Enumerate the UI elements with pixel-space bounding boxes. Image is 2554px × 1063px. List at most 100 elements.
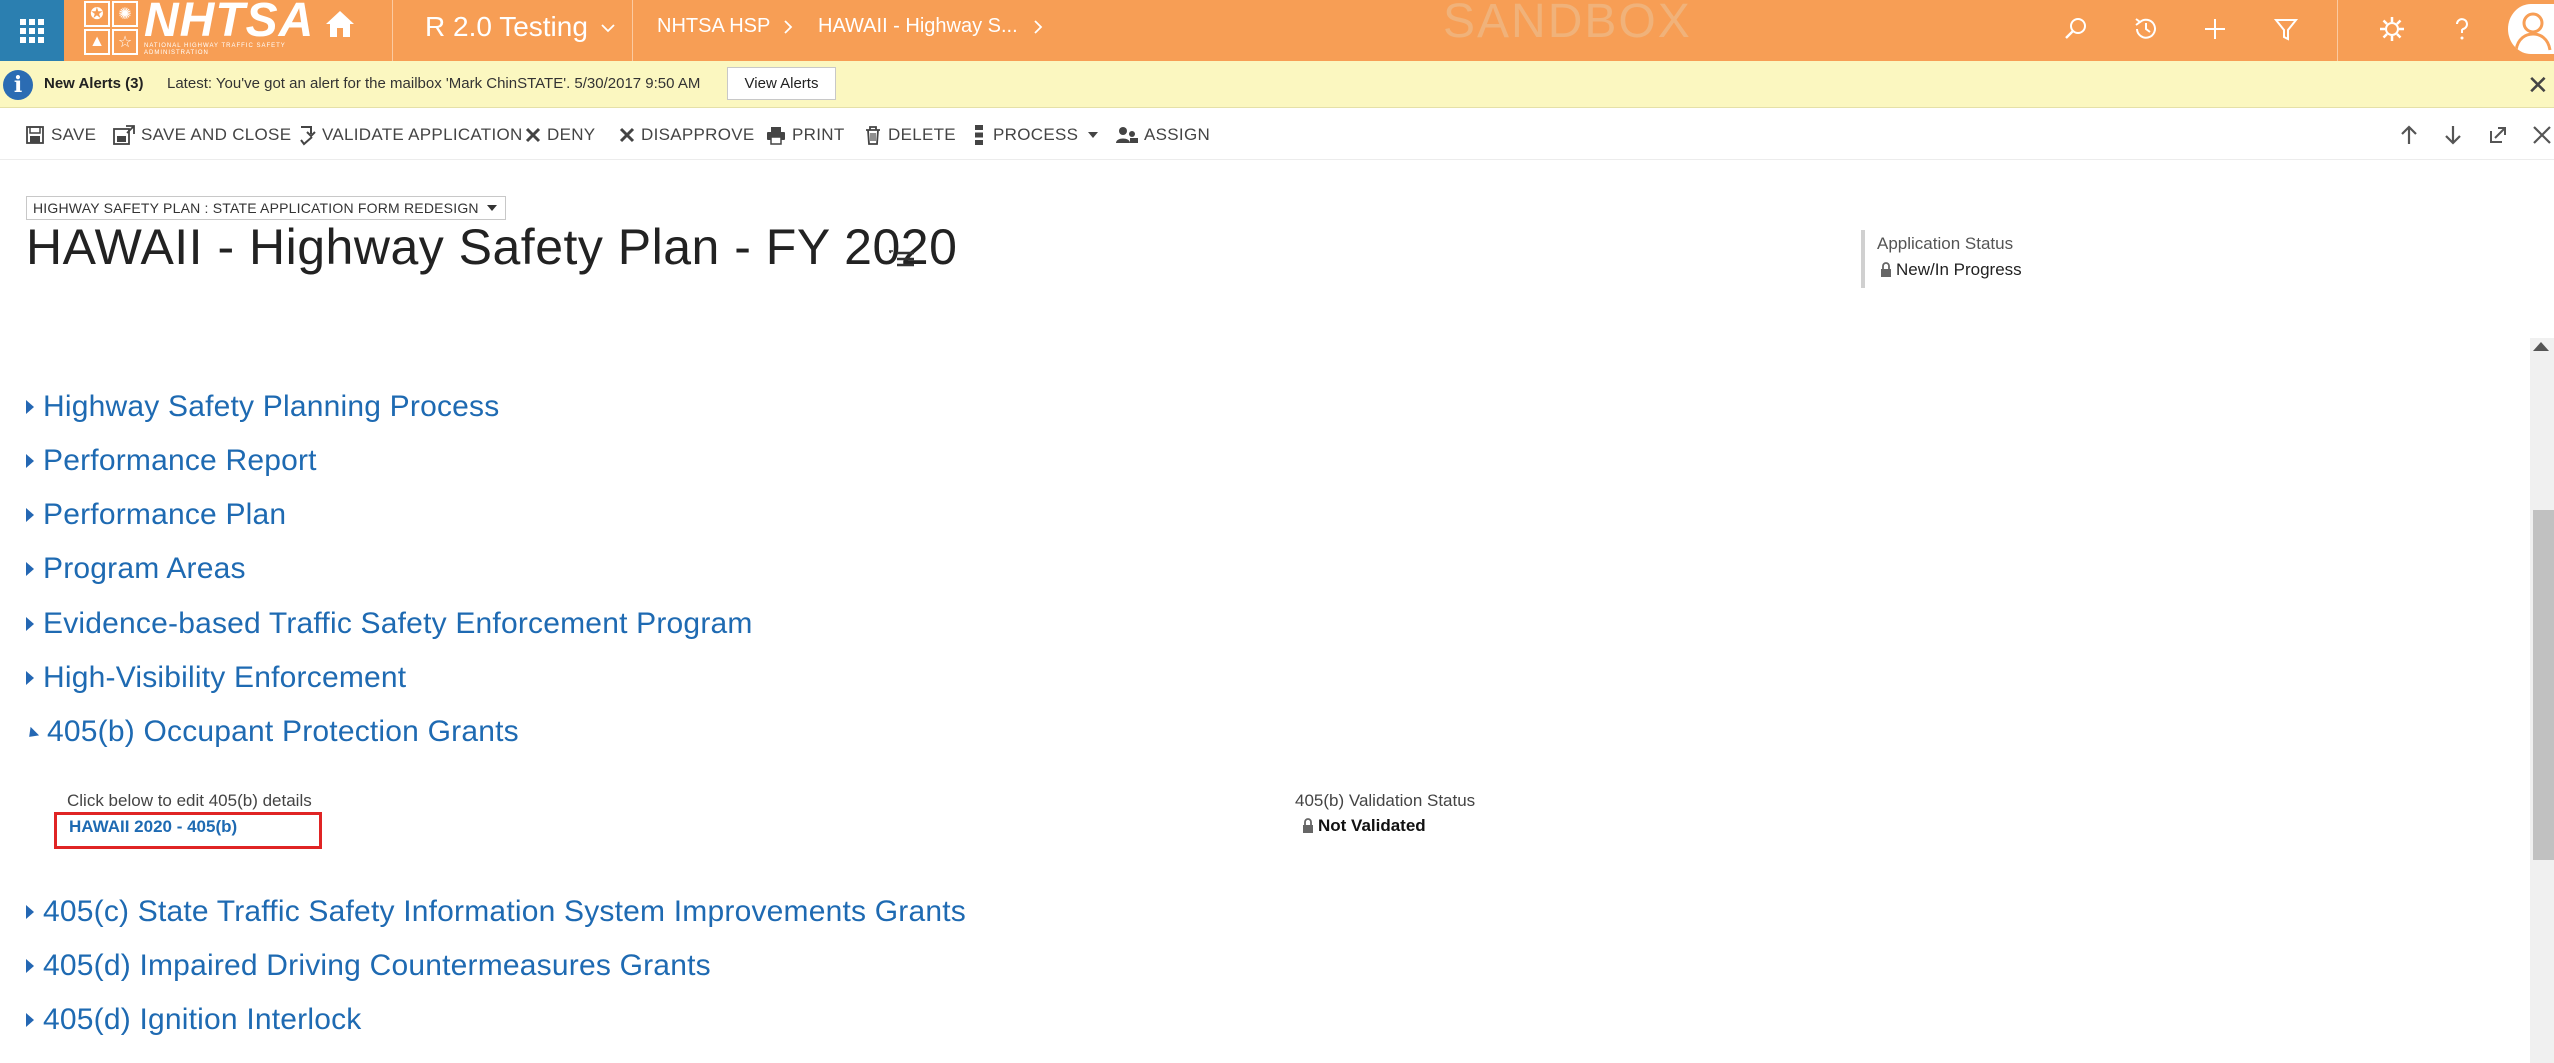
collapse-arrow-icon xyxy=(24,726,40,742)
lock-icon xyxy=(1303,818,1313,833)
alert-title: New Alerts (3) xyxy=(44,75,144,92)
close-icon[interactable] xyxy=(2530,123,2554,147)
delete-label: DELETE xyxy=(888,125,956,144)
history-icon[interactable] xyxy=(2131,14,2161,44)
assign-button[interactable]: ASSIGN xyxy=(1116,124,1210,146)
section-high-visibility-enforcement[interactable]: High-Visibility Enforcement xyxy=(26,658,406,698)
print-button[interactable]: PRINT xyxy=(766,124,845,146)
application-status-value: New/In Progress xyxy=(1880,260,2025,280)
logo-tiles-icon: ✪ ✺ ▲ ☆ xyxy=(84,1,138,55)
validate-application-button[interactable]: VALIDATE APPLICATION xyxy=(298,124,523,146)
x-icon xyxy=(525,127,541,143)
form-selector[interactable]: HIGHWAY SAFETY PLAN : STATE APPLICATION … xyxy=(26,196,506,220)
help-icon[interactable] xyxy=(2447,14,2477,44)
gear-icon[interactable] xyxy=(2377,14,2407,44)
x-icon xyxy=(619,127,635,143)
home-icon[interactable] xyxy=(322,6,358,42)
process-button[interactable]: PROCESS xyxy=(971,124,1104,146)
section-program-areas[interactable]: Program Areas xyxy=(26,549,246,589)
section-label: 405(b) Occupant Protection Grants xyxy=(47,715,519,748)
lock-icon xyxy=(1881,262,1891,277)
save-close-icon xyxy=(113,125,135,145)
hawaii-2020-405b-link[interactable]: HAWAII 2020 - 405(b) xyxy=(69,817,237,837)
caret-down-icon xyxy=(1088,132,1099,138)
expand-arrow-icon xyxy=(26,959,34,973)
top-nav-bar: ✪ ✺ ▲ ☆ NHTSA NATIONAL HIGHWAY TRAFFIC SAFE… xyxy=(0,0,2554,61)
scrollbar-thumb[interactable] xyxy=(2533,510,2554,860)
alert-message: Latest: You've got an alert for the mail… xyxy=(167,75,701,92)
breadcrumb-area[interactable]: NHTSA HSP xyxy=(657,15,770,38)
filter-icon[interactable] xyxy=(2271,14,2301,44)
nhtsa-logo: ✪ ✺ ▲ ☆ NHTSA NATIONAL HIGHWAY TRAFFIC SAFE… xyxy=(84,0,316,56)
view-alerts-button[interactable]: View Alerts xyxy=(727,67,836,100)
validate-icon xyxy=(300,126,316,146)
info-icon: i xyxy=(3,70,33,100)
application-status-label: Application Status xyxy=(1877,234,2014,253)
arrow-down-icon[interactable] xyxy=(2441,123,2465,147)
nav-divider xyxy=(2337,0,2338,61)
form-selector-label: HIGHWAY SAFETY PLAN : STATE APPLICATION … xyxy=(33,200,479,216)
plus-icon[interactable] xyxy=(2200,14,2230,44)
logo-subtext: NATIONAL HIGHWAY TRAFFIC SAFETY ADMINIST… xyxy=(144,43,286,56)
print-label: PRINT xyxy=(792,125,845,144)
section-405d-impaired-driving[interactable]: 405(d) Impaired Driving Countermeasures … xyxy=(26,946,711,986)
deny-button[interactable]: DENY xyxy=(525,124,595,146)
process-icon xyxy=(975,125,983,145)
section-performance-report[interactable]: Performance Report xyxy=(26,441,317,481)
section-label: Program Areas xyxy=(43,552,246,585)
chevron-right-icon xyxy=(784,20,793,34)
disapprove-button[interactable]: DISAPPROVE xyxy=(619,124,755,146)
status-divider xyxy=(1861,230,1865,288)
section-label: High-Visibility Enforcement xyxy=(43,661,407,694)
validation-status-value: Not Validated xyxy=(1302,816,1426,836)
save-icon xyxy=(26,126,44,144)
trash-icon xyxy=(866,126,880,145)
command-bar: SAVE SAVE AND CLOSE VALIDATE APPLICATION… xyxy=(0,108,2554,160)
user-avatar-icon[interactable] xyxy=(2508,4,2554,54)
close-icon[interactable]: ✕ xyxy=(2527,70,2549,101)
section-label: Performance Plan xyxy=(43,498,287,531)
section-405c-traffic-safety-information[interactable]: 405(c) State Traffic Safety Information … xyxy=(26,892,966,932)
section-label: 405(d) Impaired Driving Countermeasures … xyxy=(43,949,711,982)
logo-word: NHTSA xyxy=(144,0,315,47)
section-405d-ignition-interlock[interactable]: 405(d) Ignition Interlock xyxy=(26,1000,362,1040)
waffle-icon[interactable] xyxy=(0,0,64,61)
validate-application-label: VALIDATE APPLICATION xyxy=(322,125,523,144)
assign-label: ASSIGN xyxy=(1144,125,1211,144)
deny-label: DENY xyxy=(547,125,596,144)
section-evidence-based-enforcement[interactable]: Evidence-based Traffic Safety Enforcemen… xyxy=(26,604,753,644)
arrow-up-icon[interactable] xyxy=(2397,123,2421,147)
save-and-close-label: SAVE AND CLOSE xyxy=(141,125,292,144)
section-label: Evidence-based Traffic Safety Enforcemen… xyxy=(43,607,753,640)
section-label: 405(c) State Traffic Safety Information … xyxy=(43,895,966,928)
expand-arrow-icon xyxy=(26,454,34,468)
section-label: Highway Safety Planning Process xyxy=(43,390,500,423)
section-label: 405(d) Ignition Interlock xyxy=(43,1003,362,1036)
edit-405b-label: Click below to edit 405(b) details xyxy=(67,791,312,810)
expand-arrow-icon xyxy=(26,905,34,919)
expand-arrow-icon xyxy=(26,671,34,685)
save-and-close-button[interactable]: SAVE AND CLOSE xyxy=(113,124,291,146)
delete-button[interactable]: DELETE xyxy=(864,124,956,146)
expand-arrow-icon xyxy=(26,562,34,576)
list-menu-icon[interactable] xyxy=(889,248,915,268)
search-icon[interactable] xyxy=(2061,14,2091,44)
section-405b-occupant-protection[interactable]: 405(b) Occupant Protection Grants xyxy=(24,712,519,752)
save-button[interactable]: SAVE xyxy=(25,124,96,146)
nav-divider xyxy=(392,0,393,61)
chevron-down-icon[interactable] xyxy=(600,20,616,36)
nav-divider xyxy=(632,0,633,61)
save-label: SAVE xyxy=(51,125,97,144)
section-highway-safety-planning-process[interactable]: Highway Safety Planning Process xyxy=(26,387,499,427)
expand-arrow-icon xyxy=(26,400,34,414)
breadcrumb-record[interactable]: HAWAII - Highway S... xyxy=(818,15,1018,38)
print-icon xyxy=(767,127,785,145)
chevron-right-icon[interactable] xyxy=(1031,17,1045,37)
popout-icon[interactable] xyxy=(2486,123,2510,147)
caret-down-icon xyxy=(486,205,497,211)
scroll-up-arrow-icon[interactable] xyxy=(2533,342,2549,351)
app-name[interactable]: R 2.0 Testing xyxy=(425,11,588,43)
sandbox-watermark: SANDBOX xyxy=(1443,0,1692,48)
section-performance-plan[interactable]: Performance Plan xyxy=(26,495,286,535)
section-label: Performance Report xyxy=(43,444,317,477)
